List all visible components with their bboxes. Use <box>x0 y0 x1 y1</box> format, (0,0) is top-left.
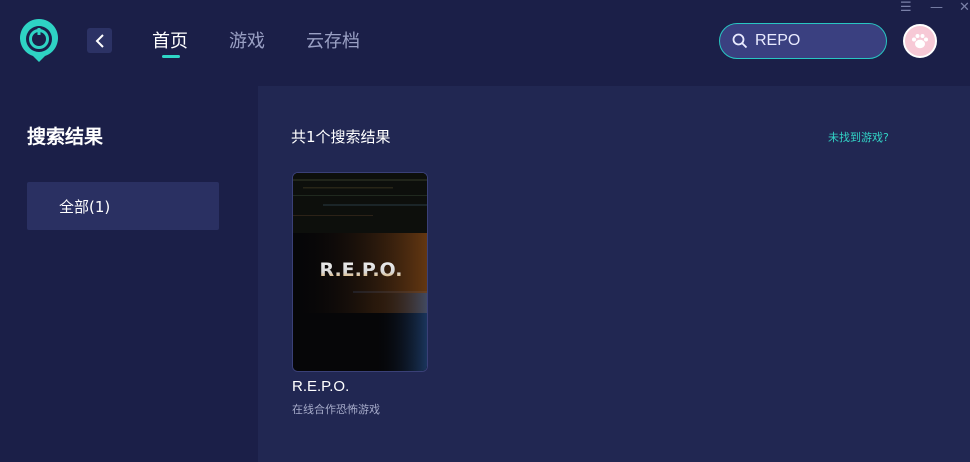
menu-icon[interactable]: ☰ <box>900 0 912 16</box>
chevron-left-icon <box>95 33 104 48</box>
nav-cloud-saves[interactable]: 云存档 <box>306 31 360 53</box>
game-card-cover[interactable]: R.E.P.O. <box>292 172 428 372</box>
filter-all[interactable]: 全部(1) <box>27 182 219 230</box>
avatar[interactable] <box>903 24 937 58</box>
result-count: 共1个搜索结果 <box>291 128 391 146</box>
not-found-link[interactable]: 未找到游戏? <box>828 129 889 145</box>
game-name[interactable]: R.E.P.O. <box>292 378 349 395</box>
top-bar: 首页 游戏 云存档 ☰ — ✕ REPO <box>0 0 970 86</box>
search-input[interactable]: REPO <box>719 23 887 59</box>
close-icon[interactable]: ✕ <box>959 0 970 16</box>
game-cover-art: R.E.P.O. <box>293 173 427 371</box>
search-icon <box>732 33 748 49</box>
minimize-icon[interactable]: — <box>930 0 943 16</box>
nav-games[interactable]: 游戏 <box>229 31 265 53</box>
nav-active-indicator <box>162 55 180 58</box>
game-description: 在线合作恐怖游戏 <box>292 403 380 416</box>
search-value[interactable]: REPO <box>755 32 800 50</box>
paw-icon <box>912 34 928 49</box>
sidebar: 搜索结果 全部(1) <box>0 86 258 462</box>
sidebar-title: 搜索结果 <box>27 126 104 148</box>
back-button[interactable] <box>87 28 112 53</box>
cover-title: R.E.P.O. <box>319 259 402 281</box>
search-results-panel: 共1个搜索结果 未找到游戏? R.E.P.O. R.E.P.O. 在线合作恐怖游… <box>258 86 970 462</box>
app-logo-icon[interactable] <box>18 18 60 64</box>
nav-home[interactable]: 首页 <box>152 31 188 53</box>
